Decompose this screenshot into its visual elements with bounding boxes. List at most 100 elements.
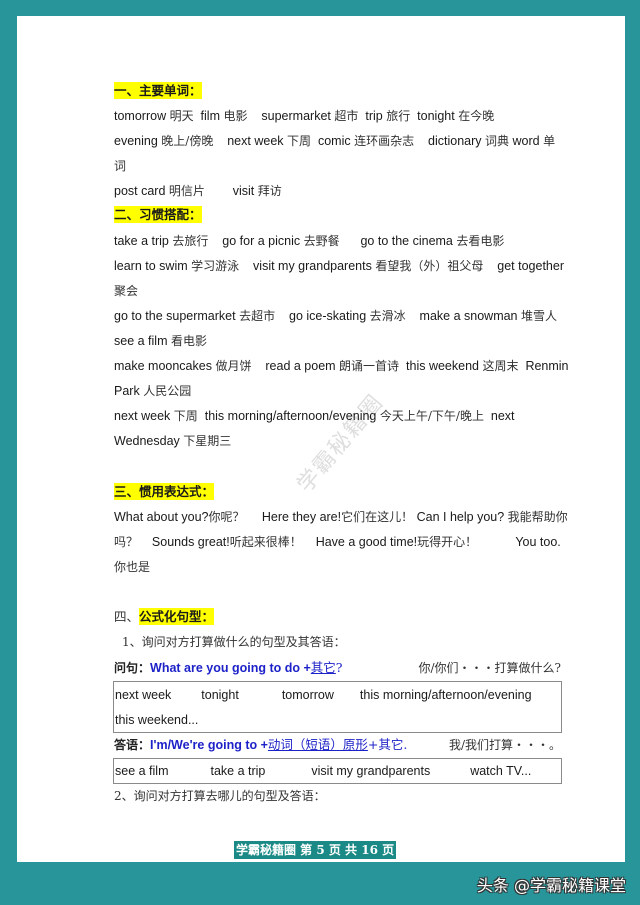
- chinese-gloss: 明信片: [168, 184, 205, 198]
- chinese-gloss: 旅行: [386, 109, 411, 123]
- chinese-gloss: 人民公园: [143, 384, 192, 398]
- english-term: next week: [227, 134, 284, 148]
- english-term: make mooncakes: [114, 359, 212, 373]
- chinese-gloss: 明天: [169, 109, 194, 123]
- page-watermark: 学霸秘籍圈: [292, 389, 390, 498]
- chinese-gloss: 单: [543, 134, 556, 148]
- english-term: take a trip: [114, 234, 169, 248]
- chinese-gloss: 四、: [114, 609, 140, 624]
- chinese-gloss: 你呢？: [208, 510, 245, 524]
- chinese-gloss: +其它.: [367, 737, 408, 752]
- chinese-gloss: 看望我（外）祖父母: [375, 259, 484, 273]
- question-label: 问句：: [114, 661, 151, 675]
- section2-line-4: go to the supermarket 去超市 go ice-skating…: [114, 307, 557, 325]
- chinese-gloss: 三、惯用表达式：: [114, 483, 215, 500]
- english-term: go to the cinema: [360, 234, 453, 248]
- chinese-gloss: 公式化句型：: [139, 608, 215, 625]
- chinese-gloss: 聚会: [114, 284, 139, 298]
- page-footer: 学霸秘籍圈 第 5 页 共 16 页: [234, 841, 397, 859]
- english-term: Here they are!: [261, 510, 342, 524]
- chinese-gloss: 去看电影: [456, 234, 505, 248]
- english-term: see a film: [114, 334, 168, 348]
- chinese-gloss: 朗诵一首诗: [339, 359, 400, 373]
- chinese-gloss: 词典: [485, 134, 510, 148]
- document-page: 学霸秘籍圈 一、主要单词： tomorrow 明天 film 电影 superm…: [17, 16, 625, 862]
- english-term: supermarket: [261, 109, 331, 123]
- english-term: dictionary: [428, 134, 482, 148]
- chinese-gloss: 下星期三: [183, 434, 232, 448]
- section4-heading: 四、公式化句型：: [114, 608, 215, 626]
- chinese-gloss: 电影: [223, 109, 248, 123]
- english-term: take a trip: [210, 764, 266, 778]
- answer-line: 答语：I'm/We're going to +动词（短语）原形+其它. 我/我们…: [114, 736, 561, 754]
- chinese-gloss: 你也是: [114, 560, 151, 574]
- english-term: this morning/afternoon/evening: [204, 409, 377, 423]
- english-term: What about you?: [114, 510, 209, 524]
- section2-line-5: see a film 看电影: [114, 332, 207, 350]
- chinese-gloss: 听起来很棒！: [229, 535, 302, 549]
- chinese-gloss: 去旅行: [172, 234, 209, 248]
- english-term: this morning/afternoon/evening: [359, 688, 532, 702]
- chinese-gloss: 去超市: [239, 309, 276, 323]
- english-term: learn to swim: [114, 259, 188, 273]
- chinese-gloss: 做月饼: [215, 359, 252, 373]
- chinese-gloss: 去野餐: [303, 234, 340, 248]
- english-term: Have a good time!: [315, 535, 418, 549]
- english-term: I'm/We're going to +: [150, 738, 268, 752]
- section1-line-3: 词: [114, 157, 126, 175]
- english-term: go for a picnic: [222, 234, 301, 248]
- chinese-gloss: 看电影: [170, 334, 207, 348]
- english-term: ?: [335, 660, 343, 675]
- chinese-gloss: 学习游泳: [191, 259, 240, 273]
- english-term: comic: [317, 134, 351, 148]
- chinese-gloss: 下周: [173, 409, 198, 423]
- section3-line-1: What about you?你呢？ Here they are!它们在这儿！ …: [114, 508, 568, 526]
- chinese-gloss: 它们在这儿！: [341, 510, 414, 524]
- english-term: visit my grandparents: [311, 764, 431, 778]
- english-term: watch TV...: [470, 764, 532, 778]
- chinese-gloss: 一、主要单词：: [114, 82, 202, 99]
- english-term: word: [512, 134, 540, 148]
- english-term: film: [200, 109, 220, 123]
- english-term: Park: [114, 384, 140, 398]
- english-term: visit my grandparents: [253, 259, 372, 273]
- section1-heading: 一、主要单词：: [114, 82, 202, 100]
- chinese-gloss: 堆雪人: [521, 309, 558, 323]
- section2-line-7: Park 人民公园: [114, 382, 191, 400]
- answer-label: 答语：: [114, 738, 151, 752]
- section1-line-2: evening 晚上/傍晚 next week 下周 comic 连环画杂志 d…: [114, 132, 555, 150]
- english-term: tomorrow: [281, 688, 334, 702]
- chinese-gloss: 下周: [287, 134, 312, 148]
- chinese-gloss: 词: [114, 159, 127, 173]
- english-term: next: [490, 409, 515, 423]
- english-term: make a snowman: [419, 309, 518, 323]
- time-phrases-box: next week tonight tomorrow this morning/aft…: [113, 681, 562, 733]
- question-line: 问句：What are you going to do +其它? 你/你们・・・…: [114, 659, 561, 677]
- section3-heading: 三、惯用表达式：: [114, 483, 215, 501]
- section2-heading: 二、习惯搭配：: [114, 206, 202, 224]
- activity-phrases-box: see a film take a trip visit my grandparen…: [113, 758, 562, 784]
- chinese-gloss: 我能帮助你: [507, 510, 568, 524]
- english-term: go to the supermarket: [114, 309, 236, 323]
- english-term: Can I help you?: [416, 510, 505, 524]
- english-term: next week: [115, 688, 172, 702]
- section1-line-1: tomorrow 明天 film 电影 supermarket 超市 trip …: [114, 107, 494, 125]
- source-watermark: 头条 @学霸秘籍课堂: [476, 876, 626, 895]
- section2-line-8: next week 下周 this morning/afternoon/even…: [114, 407, 515, 425]
- section4-subheading-1: 1、询问对方打算做什么的句型及其答语：: [122, 635, 346, 649]
- chinese-gloss: 吗？: [114, 535, 139, 549]
- english-term: next week: [114, 409, 171, 423]
- english-term: Wednesday: [114, 434, 180, 448]
- section2-line-6: make mooncakes 做月饼 read a poem 朗诵一首诗 thi…: [114, 357, 569, 375]
- time-phrases-row-2: this weekend...: [115, 711, 198, 729]
- section4-subheading-2: 2、询问对方打算去哪儿的句型及答语：: [114, 789, 326, 803]
- english-term: tomorrow: [114, 109, 167, 123]
- english-term: post card: [114, 184, 166, 198]
- english-term: read a poem: [265, 359, 336, 373]
- section3-line-2: 吗？ Sounds great!听起来很棒！ Have a good time!…: [114, 533, 561, 551]
- english-term: this weekend: [406, 359, 479, 373]
- english-term: Renmin: [525, 359, 569, 373]
- english-term: tonight: [201, 688, 239, 702]
- chinese-gloss: 去滑冰: [369, 309, 406, 323]
- section2-line-2: learn to swim 学习游泳 visit my grandparents…: [114, 257, 564, 275]
